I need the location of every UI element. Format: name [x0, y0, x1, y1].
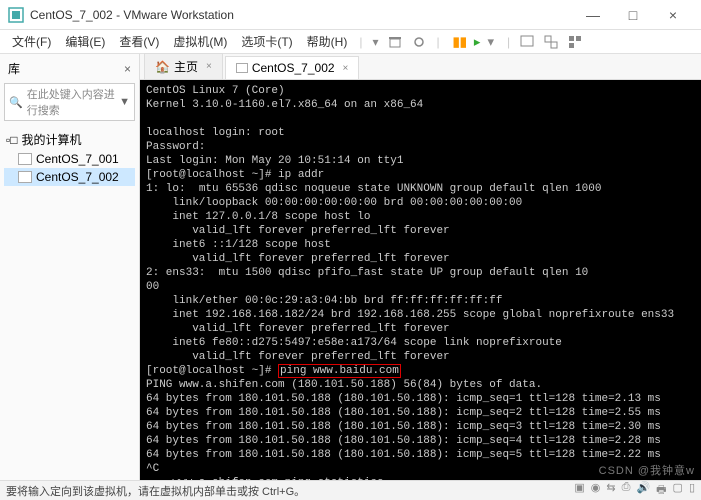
tab-vm[interactable]: CentOS_7_002 ×	[225, 56, 360, 79]
status-message: 要将输入定向到该虚拟机，请在虚拟机内部单击或按 Ctrl+G。	[6, 483, 574, 499]
search-icon: 🔍	[9, 96, 23, 109]
tree-root-label: 我的计算机	[22, 131, 82, 148]
more-icon[interactable]: ▯	[689, 481, 695, 500]
tab-close-icon[interactable]: ×	[206, 61, 212, 72]
snapshot-button[interactable]	[384, 33, 406, 51]
vmware-icon	[8, 7, 24, 23]
menu-vm[interactable]: 虚拟机(M)	[167, 31, 233, 52]
statusbar: 要将输入定向到该虚拟机，请在虚拟机内部单击或按 Ctrl+G。 ▣ ◉ ⇆ ⎙ …	[0, 480, 701, 500]
vm-icon	[18, 171, 32, 183]
usb-icon[interactable]: ⎙	[622, 481, 631, 500]
tree-item-vm2[interactable]: CentOS_7_002	[4, 168, 135, 186]
search-placeholder: 在此处键入内容进行搜索	[27, 86, 119, 118]
power-dropdown-button[interactable]: ▾	[368, 33, 382, 51]
suspend-button[interactable]: ▮▮	[450, 34, 470, 50]
separator: |	[436, 35, 439, 49]
terminal[interactable]: CentOS Linux 7 (Core) Kernel 3.10.0-1160…	[140, 80, 701, 480]
vm-icon	[236, 63, 248, 73]
watermark: CSDN @我钟意w	[599, 462, 695, 478]
device-icons: ▣ ◉ ⇆ ⎙ 🔊 🖶 ▢ ▯	[574, 481, 695, 500]
separator: |	[507, 35, 510, 49]
tree-root[interactable]: ▫□ 我的计算机	[4, 129, 135, 150]
home-icon: 🏠	[155, 60, 170, 74]
cd-icon[interactable]: ◉	[591, 481, 601, 500]
close-button[interactable]: ×	[653, 7, 693, 23]
menu-file[interactable]: 文件(F)	[6, 31, 57, 52]
tab-home-label: 主页	[174, 58, 198, 75]
unity-button[interactable]	[540, 33, 562, 51]
play-button[interactable]: ▸	[471, 34, 484, 50]
sound-icon[interactable]: 🔊	[636, 481, 650, 500]
tab-close-icon[interactable]: ×	[343, 63, 349, 74]
tree-item-vm1[interactable]: CentOS_7_001	[4, 150, 135, 168]
tab-home[interactable]: 🏠 主页 ×	[144, 53, 223, 79]
menu-view[interactable]: 查看(V)	[113, 31, 165, 52]
stop-button[interactable]: ▾	[484, 34, 497, 50]
search-dropdown[interactable]: ▼	[119, 96, 130, 108]
menu-edit[interactable]: 编辑(E)	[59, 31, 111, 52]
disk-icon[interactable]: ▣	[574, 481, 584, 500]
separator: |	[359, 35, 362, 49]
titlebar: CentOS_7_002 - VMware Workstation — □ ×	[0, 0, 701, 30]
display-icon[interactable]: ▢	[673, 481, 683, 500]
expand-icon: ▫□	[6, 133, 18, 147]
settings-button[interactable]	[408, 33, 430, 51]
library-sidebar: 库 × 🔍 在此处键入内容进行搜索 ▼ ▫□ 我的计算机 CentOS_7_00…	[0, 54, 140, 480]
tree-item-label: CentOS_7_001	[36, 152, 119, 166]
window-title: CentOS_7_002 - VMware Workstation	[30, 8, 573, 22]
minimize-button[interactable]: —	[573, 7, 613, 23]
menubar: 文件(F) 编辑(E) 查看(V) 虚拟机(M) 选项卡(T) 帮助(H) | …	[0, 30, 701, 54]
sidebar-close-button[interactable]: ×	[124, 62, 131, 76]
network-icon[interactable]: ⇆	[606, 481, 615, 500]
maximize-button[interactable]: □	[613, 7, 653, 23]
sidebar-title: 库	[8, 60, 20, 77]
content-area: 🏠 主页 × CentOS_7_002 × CentOS Linux 7 (Co…	[140, 54, 701, 480]
menu-help[interactable]: 帮助(H)	[301, 31, 354, 52]
thumbnail-button[interactable]	[564, 33, 586, 51]
vm-icon	[18, 153, 32, 165]
menu-tabs[interactable]: 选项卡(T)	[235, 31, 298, 52]
tab-strip: 🏠 主页 × CentOS_7_002 ×	[140, 54, 701, 80]
search-input[interactable]: 🔍 在此处键入内容进行搜索 ▼	[4, 83, 135, 121]
tree-item-label: CentOS_7_002	[36, 170, 119, 184]
vcr-controls: ▮▮ ▸ ▾	[450, 34, 497, 50]
tab-vm-label: CentOS_7_002	[252, 61, 335, 75]
fullscreen-button[interactable]	[516, 33, 538, 51]
vm-tree: ▫□ 我的计算机 CentOS_7_001 CentOS_7_002	[4, 125, 135, 190]
printer-icon[interactable]: 🖶	[656, 481, 666, 500]
